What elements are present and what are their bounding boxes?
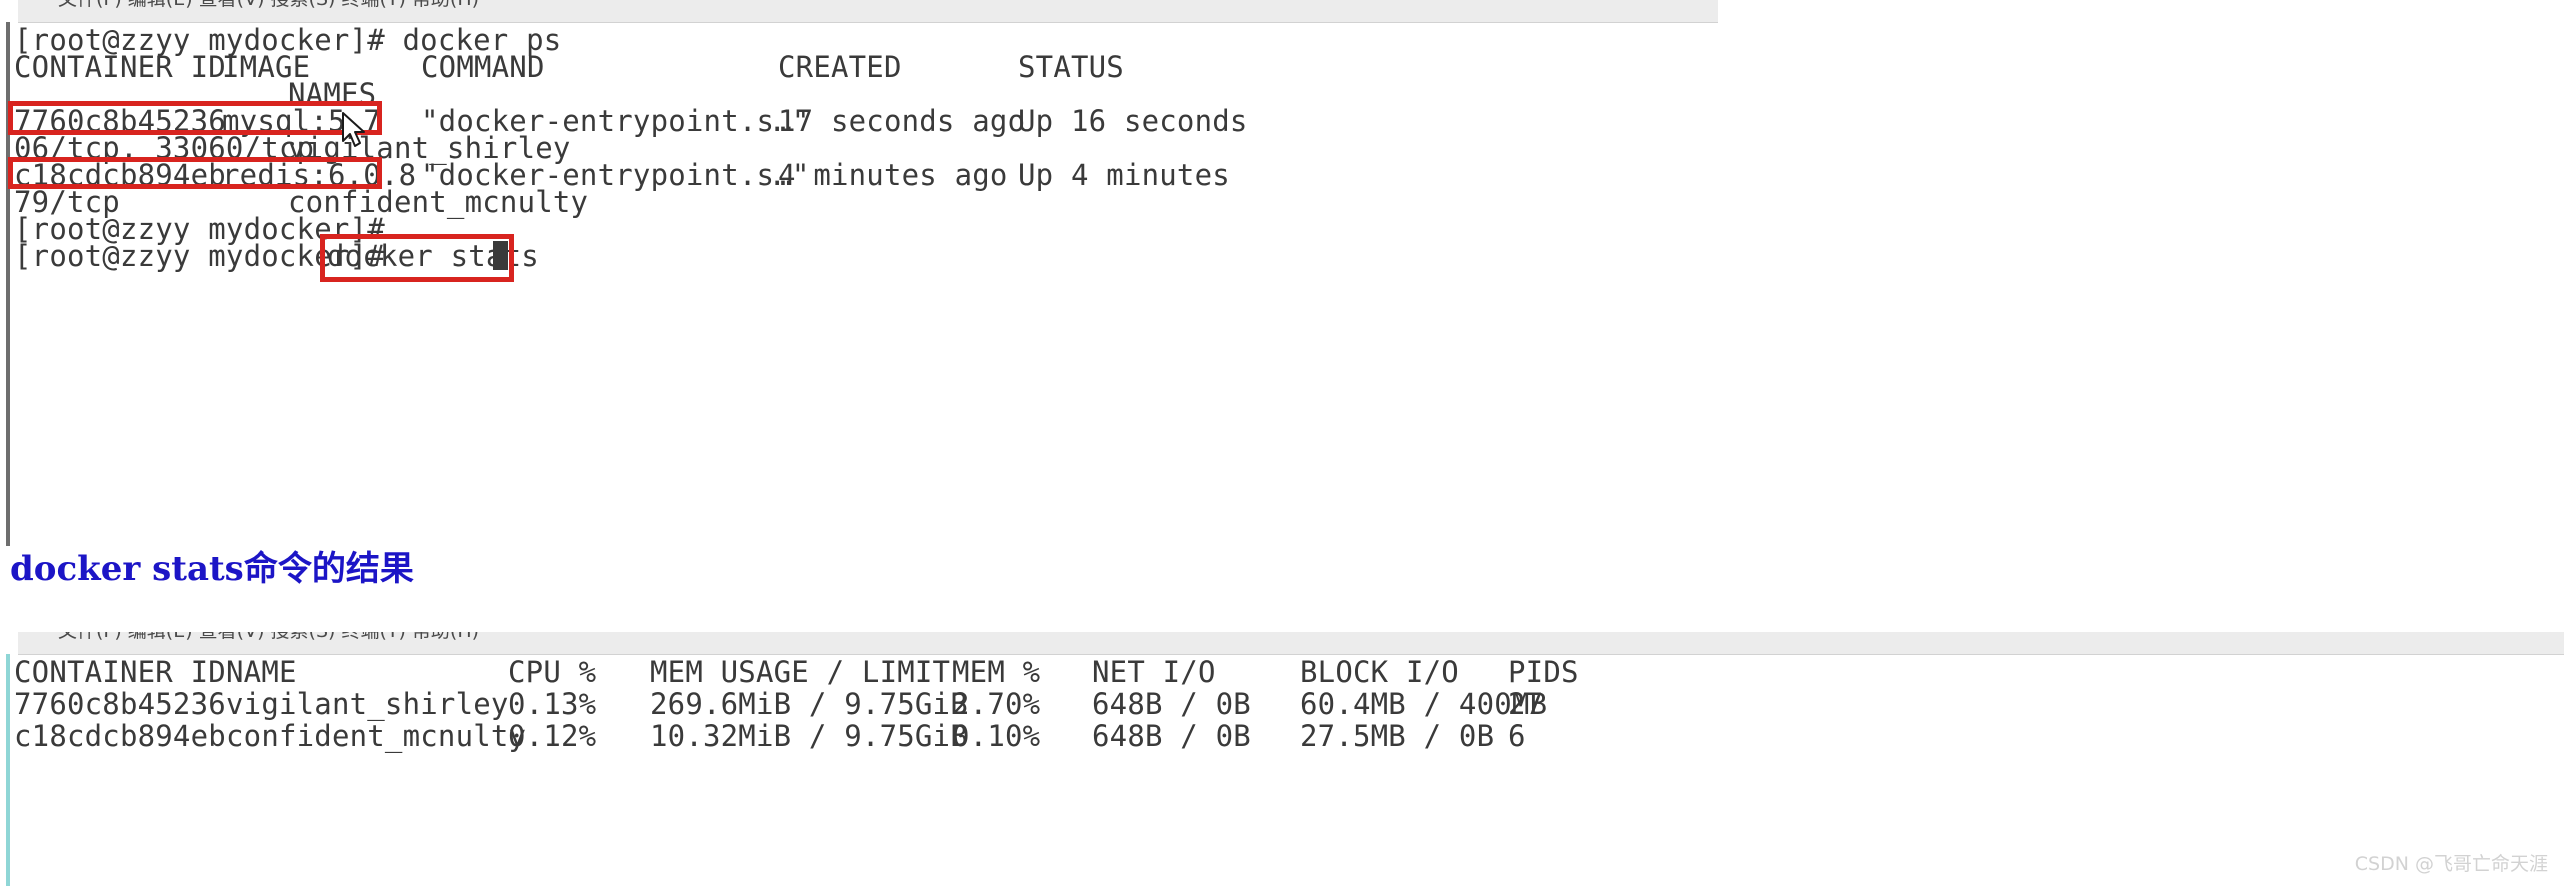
stats-header-net-io: NET I/O (1092, 655, 1216, 689)
ps-row-1-status: Up 16 seconds (1018, 104, 1248, 138)
stats-row-2-block-io: 27.5MB / 0B (1300, 719, 1495, 753)
terminal-left-edge-stats (6, 654, 10, 886)
stats-row-2-name: confident_mcnulty (226, 719, 527, 753)
stats-row-1-pids: 27 (1508, 687, 1544, 721)
terminal-panel-docker-stats: 文件(F) 编辑(E) 查看(V) 搜索(S) 终端(T) 帮助(H) CONT… (0, 632, 2564, 886)
mouse-cursor-icon (341, 112, 367, 150)
stats-header-cpu-pct: CPU % (508, 655, 597, 689)
stats-header-mem-usage-limit: MEM USAGE / LIMIT (650, 655, 951, 689)
ps-row-2-status: Up 4 minutes (1018, 158, 1230, 192)
terminal-menu-bar-stats[interactable]: 文件(F) 编辑(E) 查看(V) 搜索(S) 终端(T) 帮助(H) (18, 632, 2564, 655)
stats-row-1-name: vigilant_shirley (226, 687, 509, 721)
section-heading-docker-stats: docker stats命令的结果 (10, 549, 414, 589)
stats-row-2-net-io: 648B / 0B (1092, 719, 1251, 753)
csdn-watermark: CSDN @飞哥亡命天涯 (2354, 853, 2548, 875)
ps-header-created: CREATED (778, 50, 902, 84)
ps-row-1-created: 17 seconds ago (778, 104, 1026, 138)
terminal-menu-items-stats[interactable]: 文件(F) 编辑(E) 查看(V) 搜索(S) 终端(T) 帮助(H) (58, 632, 479, 641)
terminal-menu-bar[interactable]: 文件(F) 编辑(E) 查看(V) 搜索(S) 终端(T) 帮助(H) (18, 0, 1718, 23)
terminal-panel-docker-ps: 文件(F) 编辑(E) 查看(V) 搜索(S) 终端(T) 帮助(H) [roo… (0, 0, 1718, 546)
stats-row-1-mem-usage-limit: 269.6MiB / 9.75GiB (650, 687, 968, 721)
stats-row-1-net-io: 648B / 0B (1092, 687, 1251, 721)
stats-row-1-cpu-pct: 0.13% (508, 687, 597, 721)
stats-row-1-mem-pct: 2.70% (952, 687, 1041, 721)
ps-header-container-id: CONTAINER ID (14, 50, 226, 84)
stats-row-2-pids: 6 (1508, 719, 1526, 753)
ps-header-command: COMMAND (421, 50, 545, 84)
stats-header-container-id: CONTAINER ID (14, 655, 226, 689)
stats-row-2-mem-usage-limit: 10.32MiB / 9.75GiB (650, 719, 968, 753)
ps-row-2-created: 4 minutes ago (778, 158, 1008, 192)
stats-header-pids: PIDS (1508, 655, 1579, 689)
terminal-cursor (493, 241, 508, 270)
stats-row-2-container-id: c18cdcb894eb (14, 719, 226, 753)
stats-row-2-mem-pct: 0.10% (952, 719, 1041, 753)
stats-row-1-container-id: 7760c8b45236 (14, 687, 226, 721)
stats-row-2-cpu-pct: 0.12% (508, 719, 597, 753)
terminal-menu-items[interactable]: 文件(F) 编辑(E) 查看(V) 搜索(S) 终端(T) 帮助(H) (58, 0, 479, 9)
stats-header-name: NAME (226, 655, 297, 689)
ps-header-status: STATUS (1018, 50, 1124, 84)
terminal-left-edge (6, 22, 10, 546)
stats-header-block-io: BLOCK I/O (1300, 655, 1459, 689)
stats-header-mem-pct: MEM % (952, 655, 1041, 689)
